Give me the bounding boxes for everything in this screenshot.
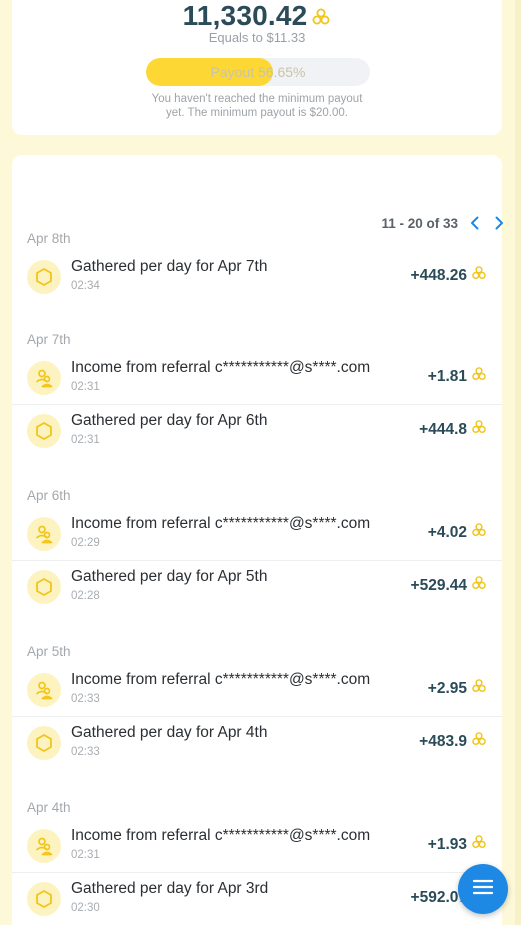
transaction-title: Income from referral c***********@s****.… <box>71 671 371 688</box>
hexagon-icon <box>27 414 61 448</box>
note-line-2: yet. The minimum payout is $20.00. <box>166 107 348 119</box>
payout-progress-bar: Payout 56.65% <box>146 58 370 86</box>
equals-usd: Equals to $11.33 <box>208 30 306 45</box>
transaction-title: Gathered per day for Apr 5th <box>71 568 268 585</box>
coin-icon <box>311 2 331 34</box>
transaction-amount: +448.26 <box>411 265 487 286</box>
transaction-amount: +2.95 <box>428 678 487 699</box>
transaction-row[interactable]: Income from referral c***********@s****.… <box>12 664 502 719</box>
referral-users-icon <box>27 673 61 707</box>
transaction-title: Gathered per day for Apr 3rd <box>71 880 269 897</box>
pagination-range: 11 - 20 of 33 <box>381 215 458 231</box>
transaction-title: Income from referral c***********@s****.… <box>71 359 371 376</box>
coin-icon <box>471 419 487 440</box>
amount-value: +1.93 <box>427 835 467 853</box>
menu-icon <box>472 879 494 900</box>
transaction-row[interactable]: Income from referral c***********@s****.… <box>12 820 502 875</box>
transaction-row[interactable]: Income from referral c***********@s****.… <box>12 352 502 407</box>
coin-icon <box>471 265 487 286</box>
balance-value: 11,330.42 <box>182 0 308 31</box>
transaction-amount: +529.44 <box>411 575 487 596</box>
transaction-time: 02:33 <box>71 746 100 758</box>
transaction-amount: +483.9 <box>419 731 487 752</box>
transaction-row[interactable]: Gathered per day for Apr 5th 02:28 +529.… <box>12 560 502 615</box>
amount-value: +1.81 <box>427 367 467 385</box>
menu-fab-button[interactable] <box>458 864 508 914</box>
date-header: Apr 5th <box>27 644 71 659</box>
note-line-1: You haven't reached the minimum payout <box>151 93 363 105</box>
transaction-time: 02:29 <box>71 537 100 549</box>
hexagon-icon <box>27 260 61 294</box>
date-header: Apr 4th <box>27 800 71 815</box>
transaction-time: 02:28 <box>71 590 100 602</box>
coin-icon <box>471 834 487 855</box>
transaction-time: 02:31 <box>71 849 100 861</box>
coin-icon <box>471 366 487 387</box>
scrollbar[interactable] <box>515 0 521 925</box>
amount-value: +4.02 <box>427 523 467 541</box>
coin-icon <box>471 575 487 596</box>
referral-users-icon <box>27 829 61 863</box>
transaction-time: 02:33 <box>71 693 100 705</box>
referral-users-icon <box>27 517 61 551</box>
transaction-amount: +1.81 <box>428 366 487 387</box>
balance-amount: 11,330.42 <box>12 0 502 34</box>
date-header: Apr 8th <box>27 231 71 246</box>
amount-value: +529.44 <box>410 576 467 594</box>
coin-icon <box>471 522 487 543</box>
date-header: Apr 6th <box>27 488 71 503</box>
referral-users-icon <box>27 361 61 395</box>
transaction-time: 02:31 <box>71 381 100 393</box>
date-header: Apr 7th <box>27 332 71 347</box>
transaction-row[interactable]: Gathered per day for Apr 7th 02:34 +448.… <box>12 251 502 306</box>
transaction-row[interactable]: Income from referral c***********@s****.… <box>12 508 502 563</box>
transaction-amount: +1.93 <box>428 834 487 855</box>
hexagon-icon <box>27 726 61 760</box>
transaction-time: 02:30 <box>71 902 100 914</box>
coin-icon <box>471 678 487 699</box>
transaction-row[interactable]: Gathered per day for Apr 6th 02:31 +444.… <box>12 404 502 459</box>
transaction-title: Gathered per day for Apr 6th <box>71 412 268 429</box>
transaction-title: Gathered per day for Apr 7th <box>71 258 268 275</box>
payout-progress-label: Payout 56.65% <box>210 64 306 80</box>
amount-value: +2.95 <box>427 679 467 697</box>
pagination: 11 - 20 of 33 <box>381 214 506 232</box>
chevron-right-icon[interactable] <box>492 215 506 231</box>
transaction-title: Gathered per day for Apr 4th <box>71 724 268 741</box>
balance-card: 11,330.42 Equals to $11.33 Payout 56.65%… <box>12 0 502 135</box>
amount-value: +448.26 <box>410 266 467 284</box>
amount-value: +444.8 <box>419 420 467 438</box>
hexagon-icon <box>27 570 61 604</box>
transaction-row[interactable]: Gathered per day for Apr 3rd 02:30 +592.… <box>12 872 502 925</box>
transaction-title: Income from referral c***********@s****.… <box>71 515 371 532</box>
minimum-payout-note: You haven't reached the minimum payout y… <box>12 92 502 120</box>
amount-value: +483.9 <box>419 732 467 750</box>
transaction-time: 02:31 <box>71 434 100 446</box>
transaction-time: 02:34 <box>71 280 100 292</box>
transaction-title: Income from referral c***********@s****.… <box>71 827 371 844</box>
hexagon-icon <box>27 882 61 916</box>
transaction-amount: +4.02 <box>428 522 487 543</box>
coin-icon <box>471 731 487 752</box>
chevron-left-icon[interactable] <box>468 215 482 231</box>
transaction-amount: +444.8 <box>419 419 487 440</box>
transaction-row[interactable]: Gathered per day for Apr 4th 02:33 +483.… <box>12 716 502 771</box>
